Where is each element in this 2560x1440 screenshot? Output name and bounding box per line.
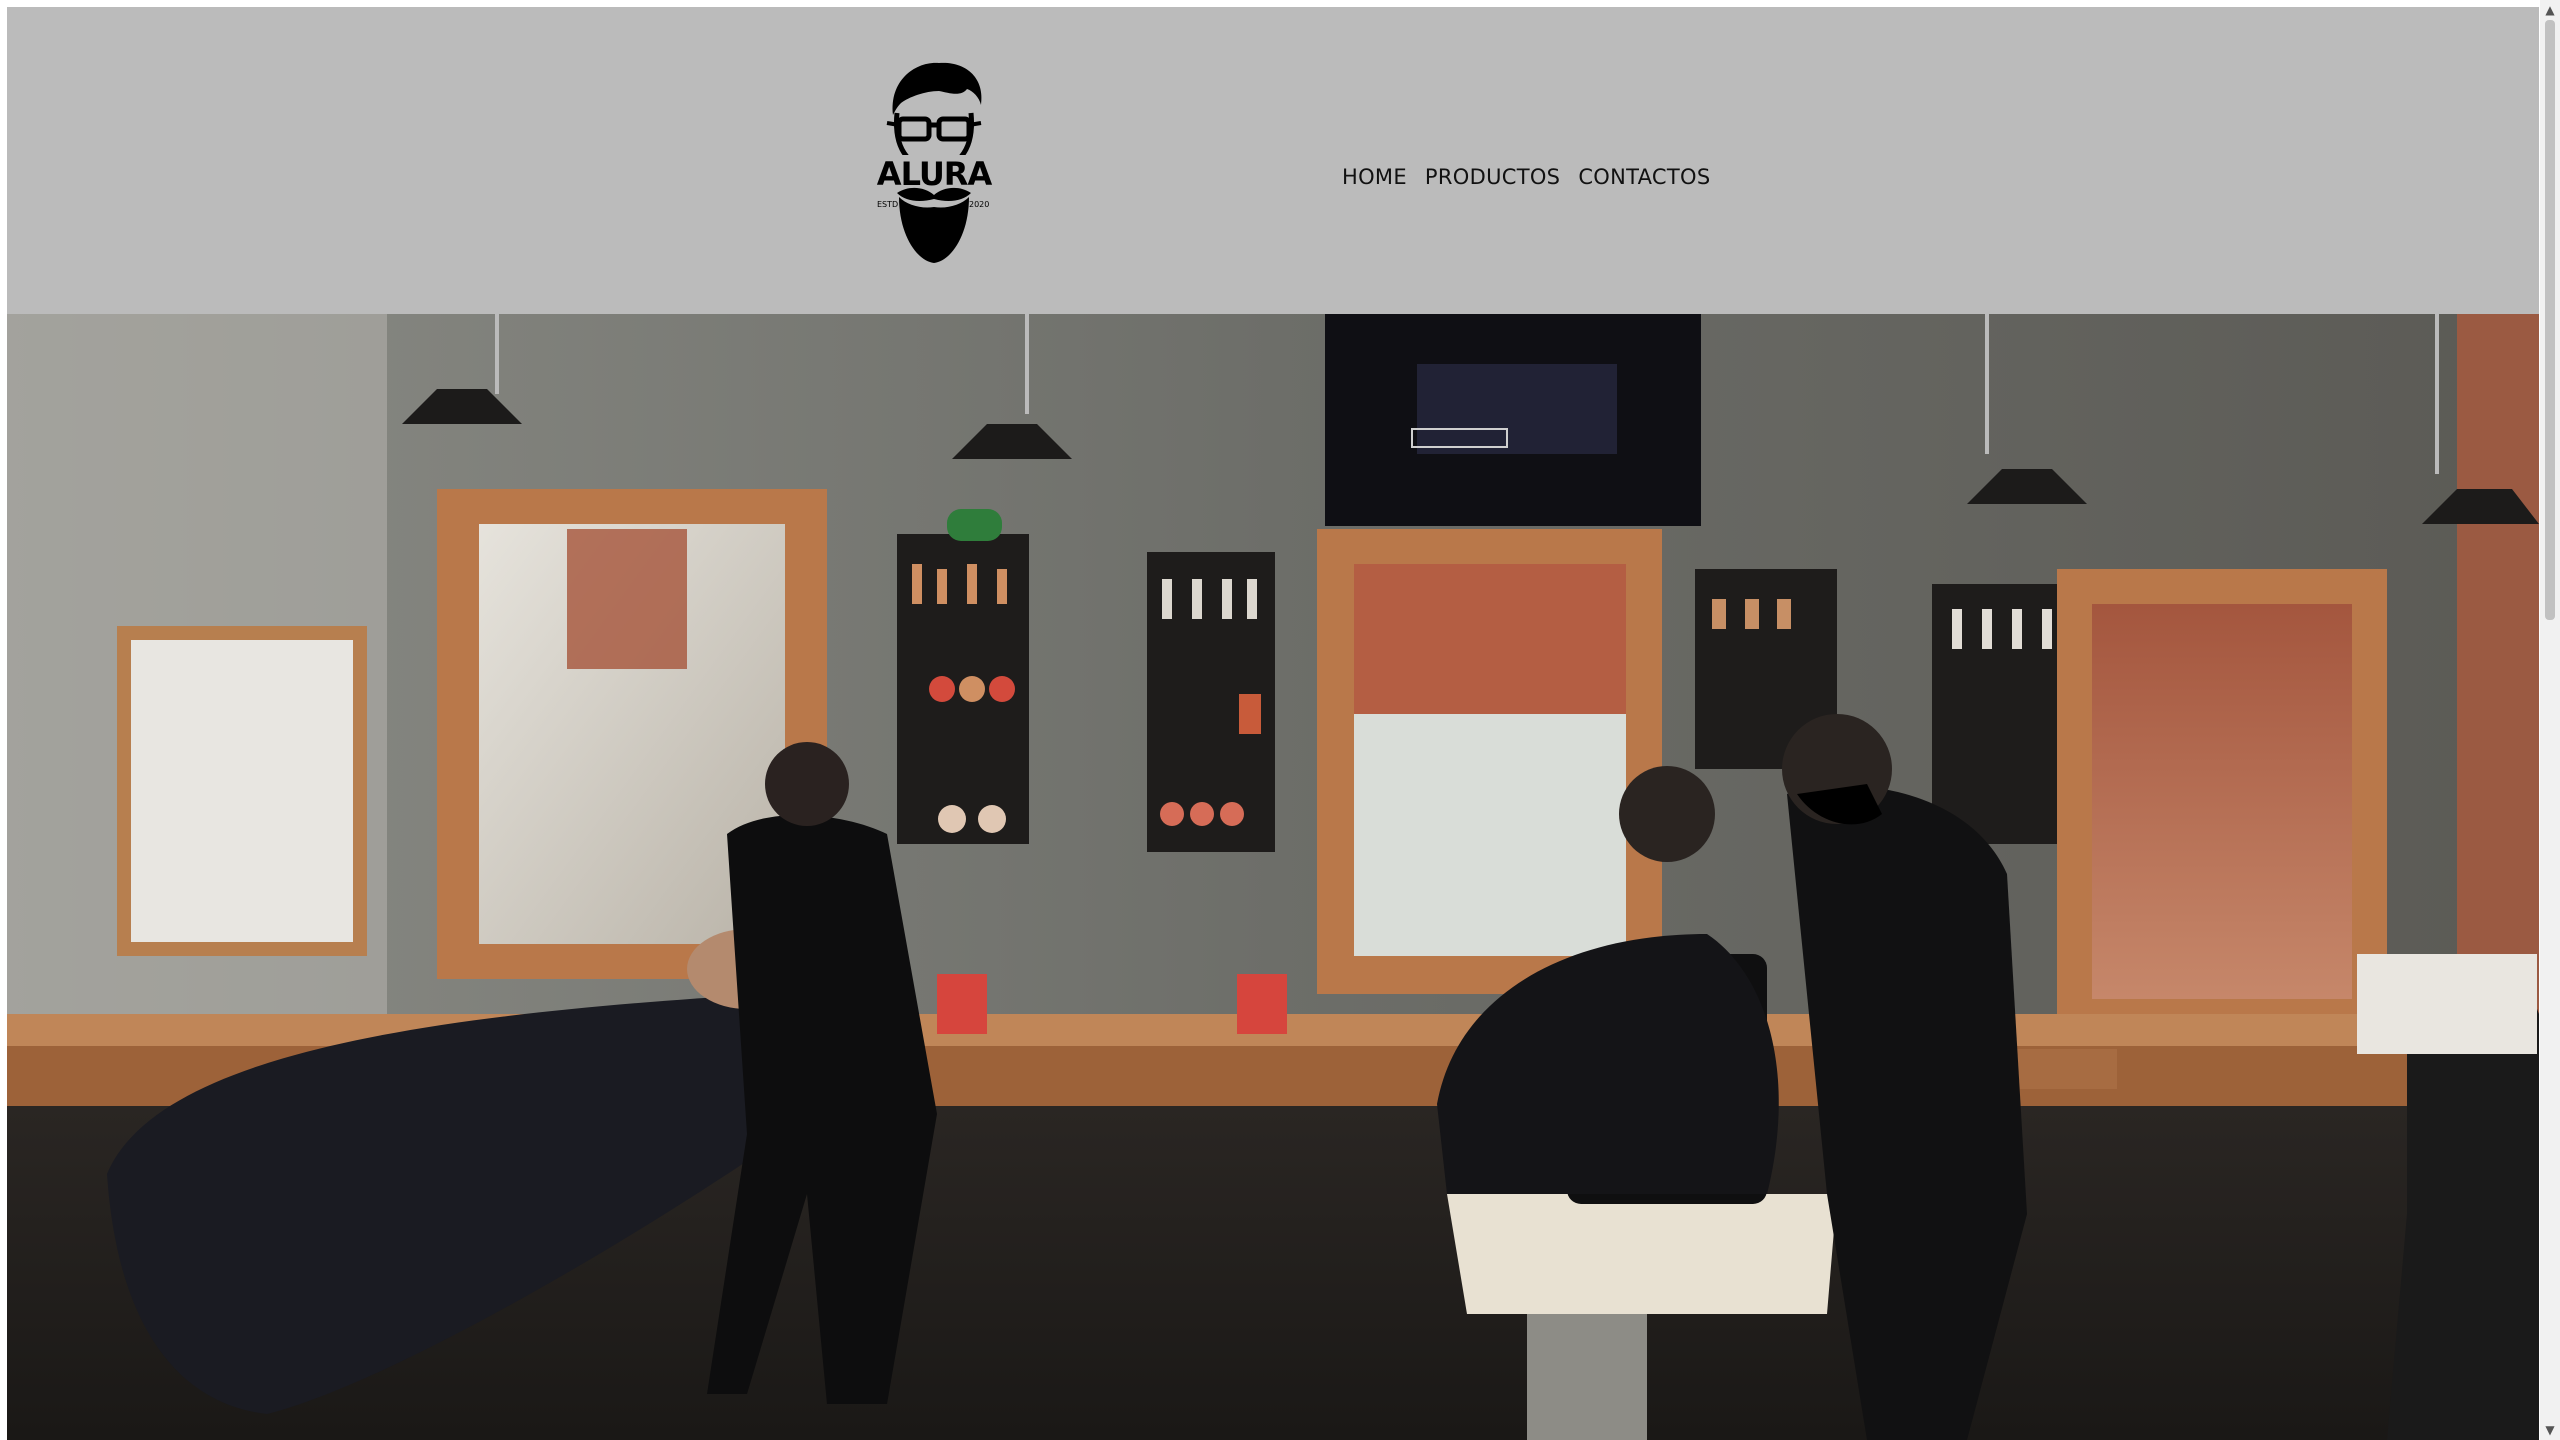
nav-home-link[interactable]: HOME <box>1342 165 1407 189</box>
page-scrollbar[interactable]: ▲ ▼ <box>2540 0 2560 1440</box>
page-viewport: ALURA ESTD 2020 HOME PRODUCTOS CONTACTOS <box>7 7 2539 1440</box>
logo-est-label: ESTD <box>877 200 898 209</box>
alura-logo[interactable]: ALURA ESTD 2020 <box>869 57 999 267</box>
bearded-man-glasses-logo-icon: ALURA ESTD 2020 <box>873 62 995 263</box>
hero-barbershop-image <box>7 314 2539 1440</box>
nav-productos-link[interactable]: PRODUCTOS <box>1425 165 1560 189</box>
logo-year: 2020 <box>969 200 989 209</box>
nav-contactos-link[interactable]: CONTACTOS <box>1578 165 1710 189</box>
logo-text: ALURA <box>877 155 993 193</box>
barbershop-interior-photo <box>7 314 2539 1440</box>
scroll-down-arrow-icon[interactable]: ▼ <box>2540 1420 2560 1440</box>
site-header: ALURA ESTD 2020 HOME PRODUCTOS CONTACTOS <box>7 7 2539 314</box>
main-nav: HOME PRODUCTOS CONTACTOS <box>1342 157 1710 197</box>
scrollbar-thumb[interactable] <box>2545 20 2555 620</box>
scroll-up-arrow-icon[interactable]: ▲ <box>2540 0 2560 20</box>
